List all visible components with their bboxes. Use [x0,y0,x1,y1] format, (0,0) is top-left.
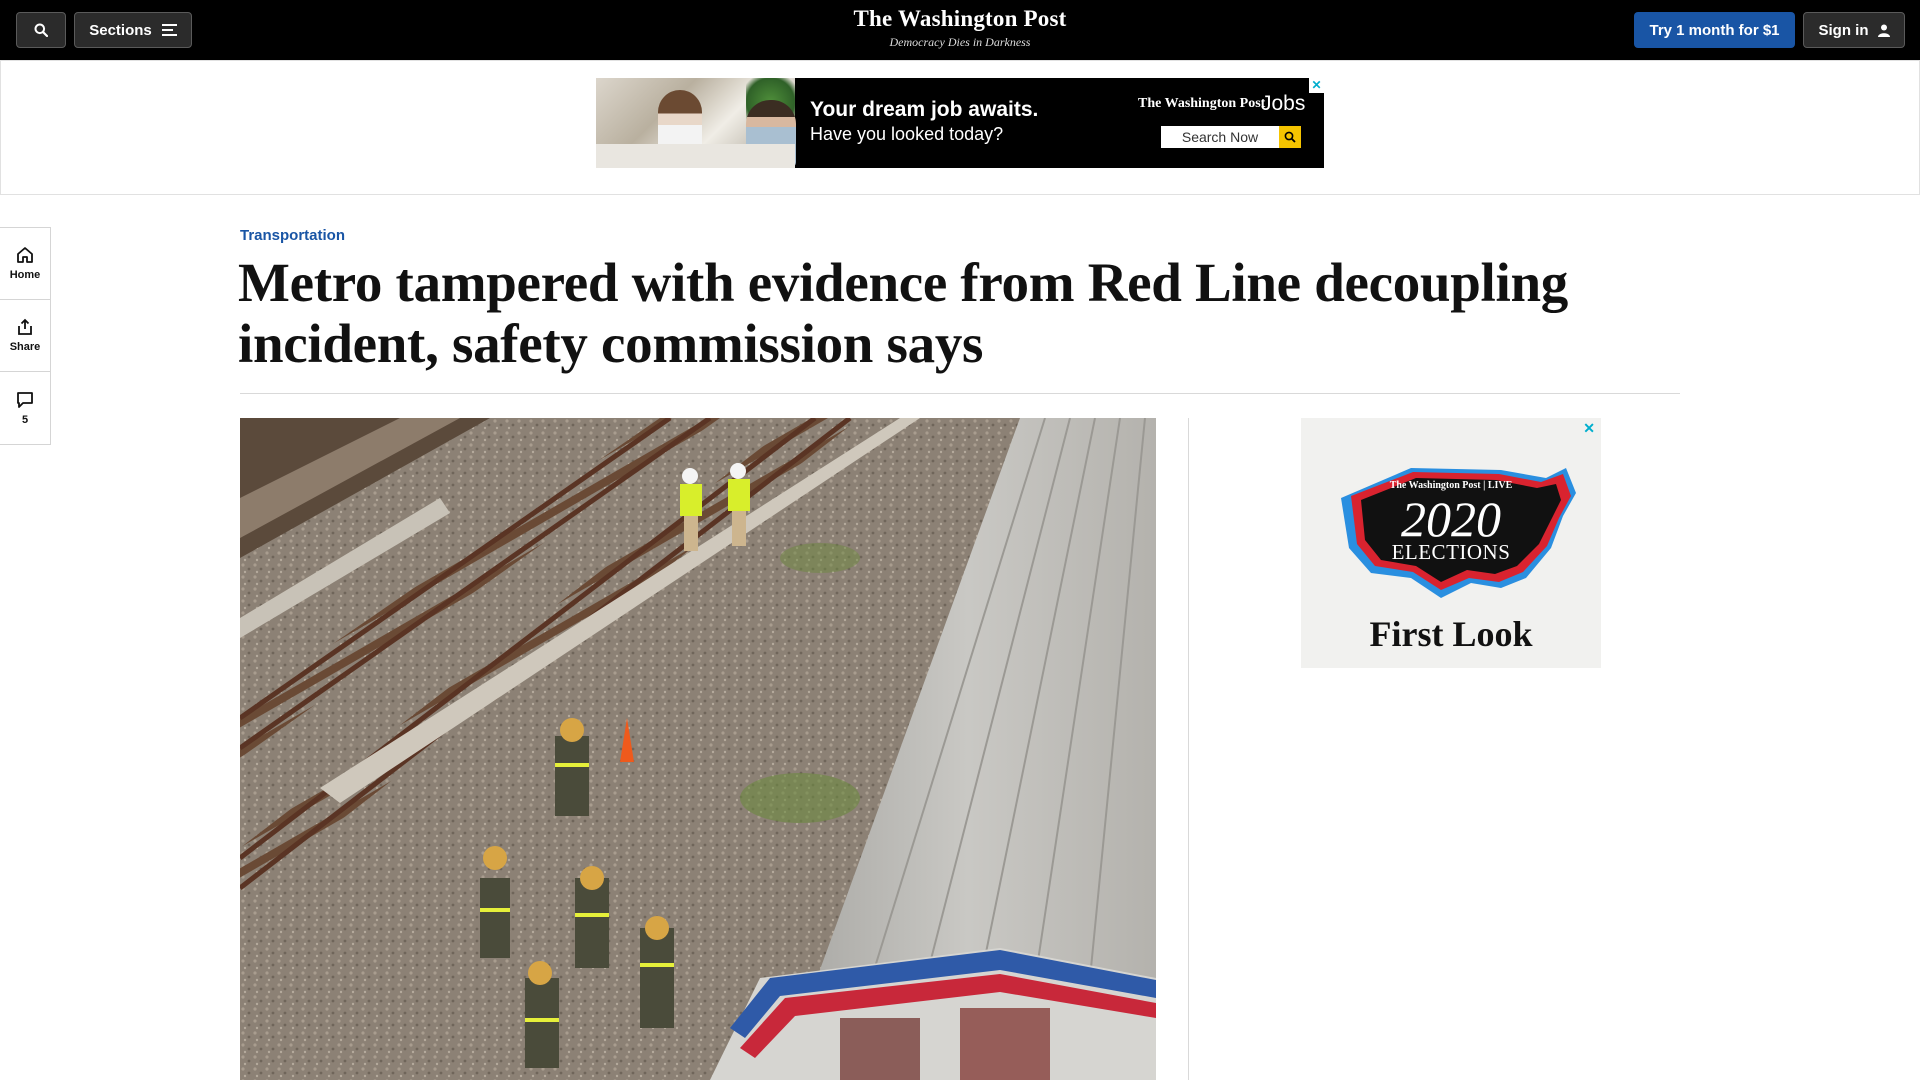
jobs-ad-brand: The Washington Post [1138,96,1266,111]
headline-divider [240,393,1680,394]
jobs-ad-subline: Have you looked today? [810,124,1004,144]
column-divider [1188,418,1189,1080]
elections-ad-title: First Look [1369,614,1533,654]
top-navigation-bar: Sections The Washington Post Democracy D… [0,0,1920,60]
share-icon [18,318,32,335]
sections-menu-button[interactable]: Sections [74,12,192,48]
menu-icon [161,24,177,36]
jobs-ad-photo [596,78,796,168]
comment-icon [17,391,33,408]
search-icon [34,23,48,37]
lead-photo[interactable] [240,418,1156,1080]
subscribe-button[interactable]: Try 1 month for $1 [1634,12,1795,48]
elections-ad-word: ELECTIONS [1391,540,1511,564]
sign-in-button[interactable]: Sign in [1803,12,1905,48]
elections-ad-year: 2020 [1401,491,1501,547]
rail-comments-button[interactable]: 5 [0,372,50,444]
rail-home-label: Home [9,269,41,281]
rail-home-button[interactable]: Home [0,228,50,300]
masthead-tagline: Democracy Dies in Darkness [889,35,1031,49]
sections-label: Sections [89,21,152,39]
home-icon [17,247,33,263]
elections-sidebar-ad[interactable]: ✕ The Washington Post | LIVE 2020 ELECTI… [1301,418,1601,668]
masthead-name: The Washington Post [853,6,1067,31]
jobs-banner-ad[interactable]: Your dream job awaits. Have you looked t… [596,78,1324,168]
rail-share-button[interactable]: Share [0,300,50,372]
ad-close-icon[interactable]: ✕ [1583,420,1595,437]
subscribe-label: Try 1 month for $1 [1649,21,1780,39]
masthead-logo[interactable]: The Washington Post Democracy Dies in Da… [760,6,1160,50]
jobs-ad-search-button[interactable] [1279,126,1301,148]
jobs-ad-search-field[interactable]: Search Now [1161,126,1279,148]
sign-in-label: Sign in [1818,21,1869,39]
article-headline: Metro tampered with evidence from Red Li… [238,252,1568,374]
jobs-ad-brand-suffix: Jobs [1261,92,1306,115]
section-kicker-link[interactable]: Transportation [240,227,345,244]
elections-ad-brand: The Washington Post | LIVE [1389,480,1513,491]
search-button[interactable] [16,12,66,48]
ad-close-icon[interactable]: ✕ [1309,78,1324,93]
left-action-rail: Home Share 5 [0,227,51,445]
rail-comment-count: 5 [21,413,29,426]
lead-photo-illustration [240,418,1156,1080]
jobs-ad-headline: Your dream job awaits. [810,98,1039,121]
search-icon [1284,131,1296,143]
rail-share-label: Share [9,341,41,353]
user-icon [1877,24,1890,37]
